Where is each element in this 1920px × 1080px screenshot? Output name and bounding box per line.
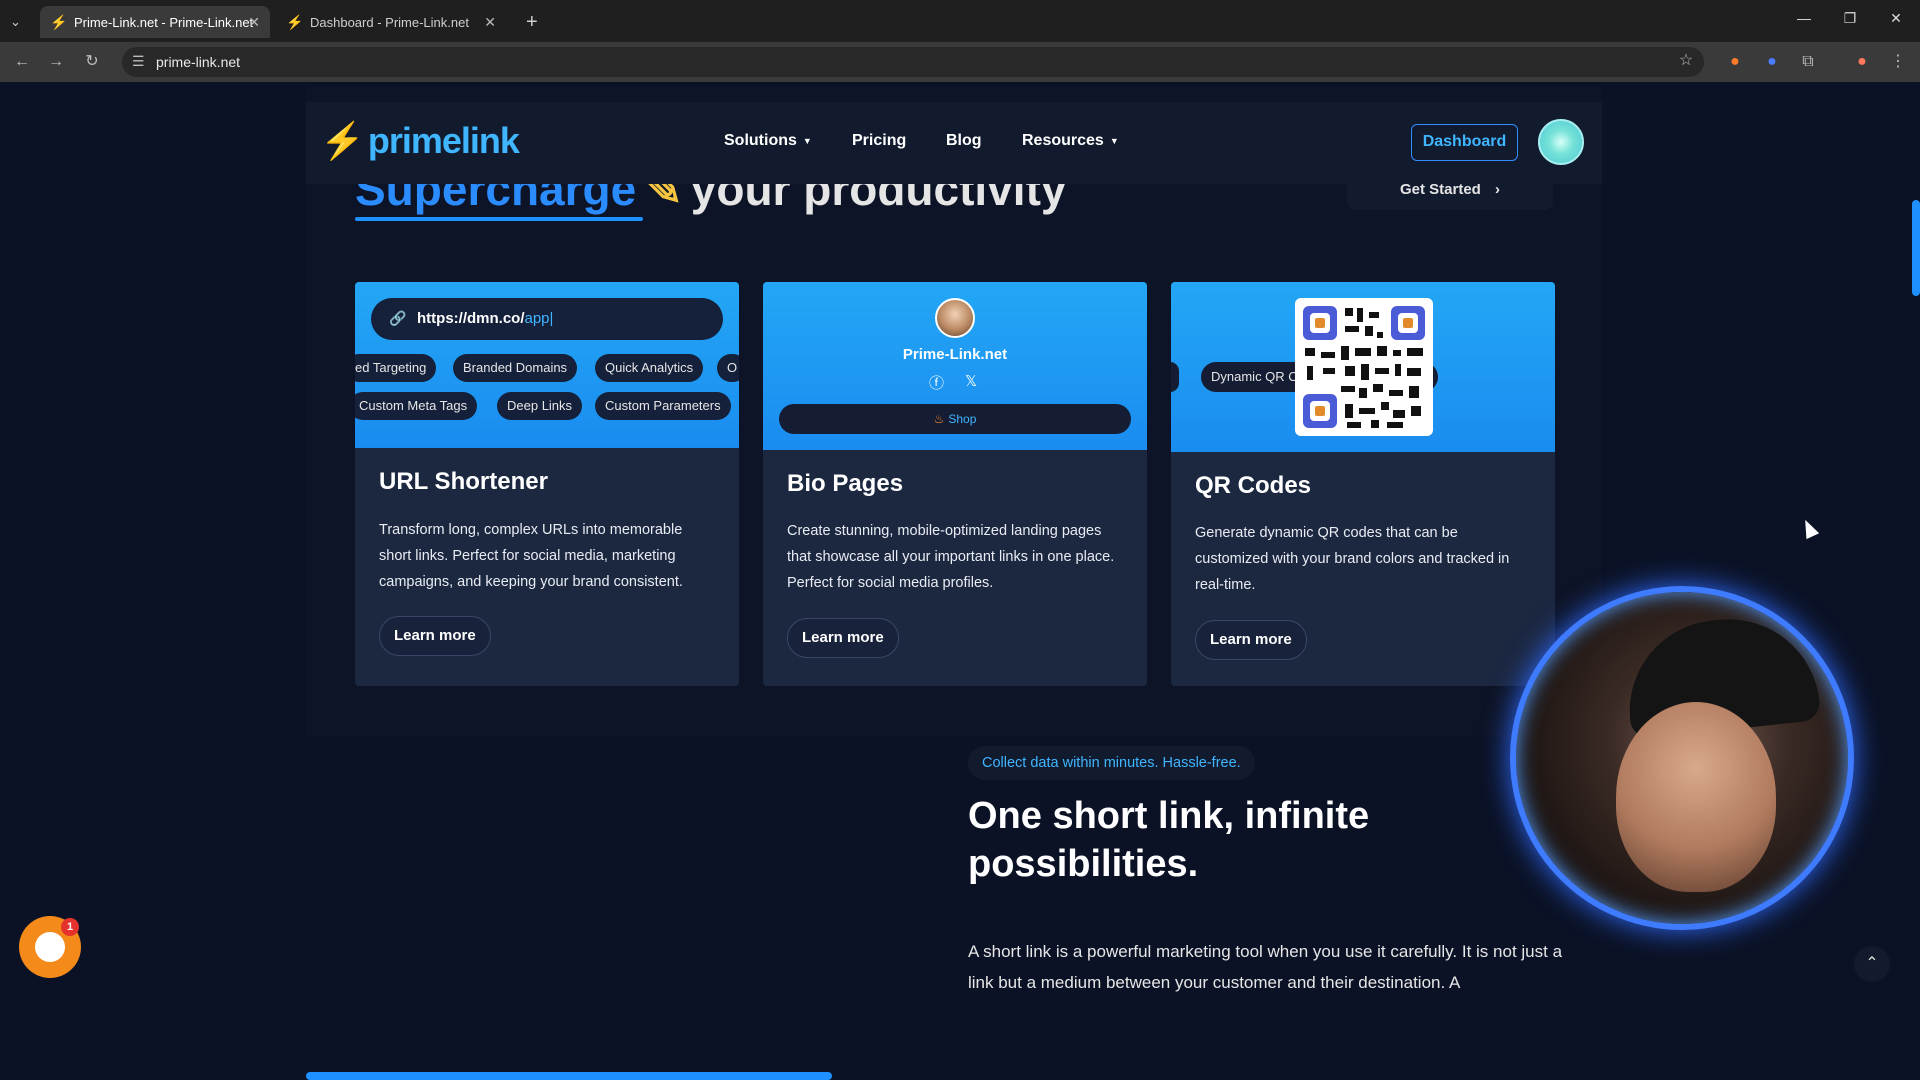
feature-chip: Custom Parameters: [595, 392, 731, 420]
qr-code-icon: [1303, 306, 1425, 428]
learn-more-button[interactable]: Learn more: [1195, 620, 1307, 660]
restore-icon[interactable]: ❐: [1840, 10, 1860, 27]
bio-shop-link: ♨ Shop: [779, 404, 1131, 434]
browser-tab-strip: ⌄ ⚡ Prime-Link.net - Prime-Link.net ✕ ⚡ …: [0, 0, 1920, 42]
feature-chip: Branded Domains: [453, 354, 578, 382]
primelink-logo[interactable]: ⚡ primelink: [320, 120, 520, 162]
learn-more-button[interactable]: Learn more: [787, 618, 899, 658]
caret-down-icon: ▼: [1109, 135, 1119, 146]
scroll-to-top-button[interactable]: ⌃: [1854, 946, 1890, 982]
short-url-demo: 🔗 https://dmn.co/app|: [371, 298, 723, 340]
logo-text: primelink: [367, 120, 520, 161]
url-prefix: https://dmn.co/: [417, 310, 525, 327]
qr-chip-left-edge: [1171, 362, 1179, 392]
card-qr-codes: Dynamic QR C nes: [1171, 282, 1555, 686]
tab-title: Dashboard - Prime-Link.net: [310, 14, 469, 30]
learn-more-button[interactable]: Learn more: [379, 616, 491, 656]
nav-label: Resources: [1022, 132, 1104, 149]
extension-blue-icon[interactable]: ●: [1762, 52, 1782, 72]
url-text: prime-link.net: [156, 54, 241, 70]
card-bio-pages: Prime-Link.net ⓕ 𝕏 ♨ Shop Bio Pages Creat…: [763, 282, 1147, 686]
webcam-face-shape: [1616, 702, 1776, 892]
nav-solutions[interactable]: Solutions ▼: [724, 132, 812, 150]
card-description: Generate dynamic QR codes that can be cu…: [1195, 525, 1510, 593]
nav-label: Solutions: [724, 132, 797, 149]
feature-chip: O: [717, 354, 739, 382]
card-description: Create stunning, mobile-optimized landin…: [787, 523, 1115, 591]
headline-underline: [355, 217, 643, 221]
qr-code-image: [1295, 298, 1433, 436]
site-info-icon[interactable]: ☰: [132, 53, 145, 70]
url-shortener-banner: 🔗 https://dmn.co/app| ed Targeting Brand…: [355, 282, 739, 448]
card-description: Transform long, complex URLs into memora…: [379, 522, 683, 590]
nav-resources[interactable]: Resources ▼: [1022, 132, 1119, 150]
minimize-icon[interactable]: —: [1794, 10, 1814, 26]
nav-label: Blog: [946, 132, 982, 149]
feature-chip: ed Targeting: [355, 354, 437, 382]
qr-codes-banner: Dynamic QR C nes: [1171, 282, 1555, 452]
card-title: Bio Pages: [787, 470, 904, 497]
tab-prime-link[interactable]: ⚡ Prime-Link.net - Prime-Link.net ✕: [40, 6, 270, 38]
webcam-overlay: [1510, 586, 1854, 930]
reload-icon[interactable]: ↻: [82, 52, 102, 72]
profile-icon[interactable]: ●: [1852, 52, 1872, 72]
extensions-puzzle-icon[interactable]: ⧉: [1798, 52, 1818, 72]
user-avatar[interactable]: [1538, 119, 1584, 165]
link-icon: 🔗: [389, 310, 407, 326]
shop-label: Shop: [948, 412, 977, 426]
x-twitter-icon: 𝕏: [965, 373, 978, 390]
section-tag: Collect data within minutes. Hassle-free…: [968, 746, 1255, 780]
fire-icon: ♨: [933, 412, 945, 426]
page-scrollbar-thumb[interactable]: [1912, 200, 1920, 296]
url-slug: app|: [524, 310, 554, 327]
section-title: One short link, infinite possibilities.: [968, 795, 1370, 885]
progress-accent-bar: [306, 1072, 832, 1080]
forward-icon[interactable]: →: [46, 52, 66, 72]
feature-chip: Deep Links: [497, 392, 583, 420]
address-bar: ← → ↻ ☰ prime-link.net ☆ ● ● ⧉ ● ⋮: [0, 42, 1920, 82]
card-url-shortener: 🔗 https://dmn.co/app| ed Targeting Brand…: [355, 282, 739, 686]
nav-blog[interactable]: Blog: [946, 132, 982, 150]
close-tab-icon[interactable]: ✕: [484, 14, 496, 31]
extension-fox-icon[interactable]: ●: [1725, 52, 1745, 72]
logo-bolt-icon: ⚡: [320, 120, 365, 161]
dashboard-button[interactable]: Dashboard: [1411, 124, 1518, 161]
feature-chip: Quick Analytics: [595, 354, 704, 382]
bio-pages-banner: Prime-Link.net ⓕ 𝕏 ♨ Shop: [763, 282, 1147, 450]
close-tab-icon[interactable]: ✕: [248, 14, 260, 31]
facebook-icon: ⓕ: [929, 375, 945, 392]
tab-dashboard[interactable]: ⚡ Dashboard - Prime-Link.net ✕: [276, 6, 506, 38]
nav-label: Pricing: [852, 132, 907, 149]
bio-profile-name: Prime-Link.net: [902, 346, 1008, 363]
primelink-favicon-icon: ⚡: [286, 14, 304, 30]
site-header: ⚡ primelink Solutions ▼ Pricing Blog Resou…: [306, 102, 1602, 184]
browser-menu-icon[interactable]: ⋮: [1888, 52, 1908, 72]
back-icon[interactable]: ←: [12, 52, 32, 72]
short-url-text: https://dmn.co/app|: [417, 310, 553, 327]
nav-pricing[interactable]: Pricing: [852, 132, 906, 150]
feature-chip: Custom Meta Tags: [355, 392, 478, 420]
section-text: A short link is a powerful marketing too…: [968, 942, 1563, 992]
bookmark-star-icon[interactable]: ☆: [1676, 51, 1696, 71]
card-title: QR Codes: [1195, 472, 1312, 499]
qr-feature-chip: Dynamic QR C: [1201, 362, 1308, 392]
chat-bubble-icon: [35, 932, 65, 962]
tab-title: Prime-Link.net - Prime-Link.net: [74, 14, 254, 30]
chat-notification-badge: 1: [61, 918, 79, 936]
tab-search-button[interactable]: ⌄: [0, 6, 36, 38]
new-tab-button[interactable]: +: [516, 6, 546, 38]
bio-profile-avatar: [935, 298, 975, 338]
close-window-icon[interactable]: ✕: [1886, 10, 1906, 27]
web-page: Supercharge ✎ your productivity Get Starte…: [0, 82, 1920, 1080]
url-input[interactable]: ☰ prime-link.net: [122, 47, 1704, 77]
primelink-favicon-icon: ⚡: [50, 14, 68, 30]
caret-down-icon: ▼: [802, 135, 812, 146]
card-title: URL Shortener: [379, 468, 548, 495]
